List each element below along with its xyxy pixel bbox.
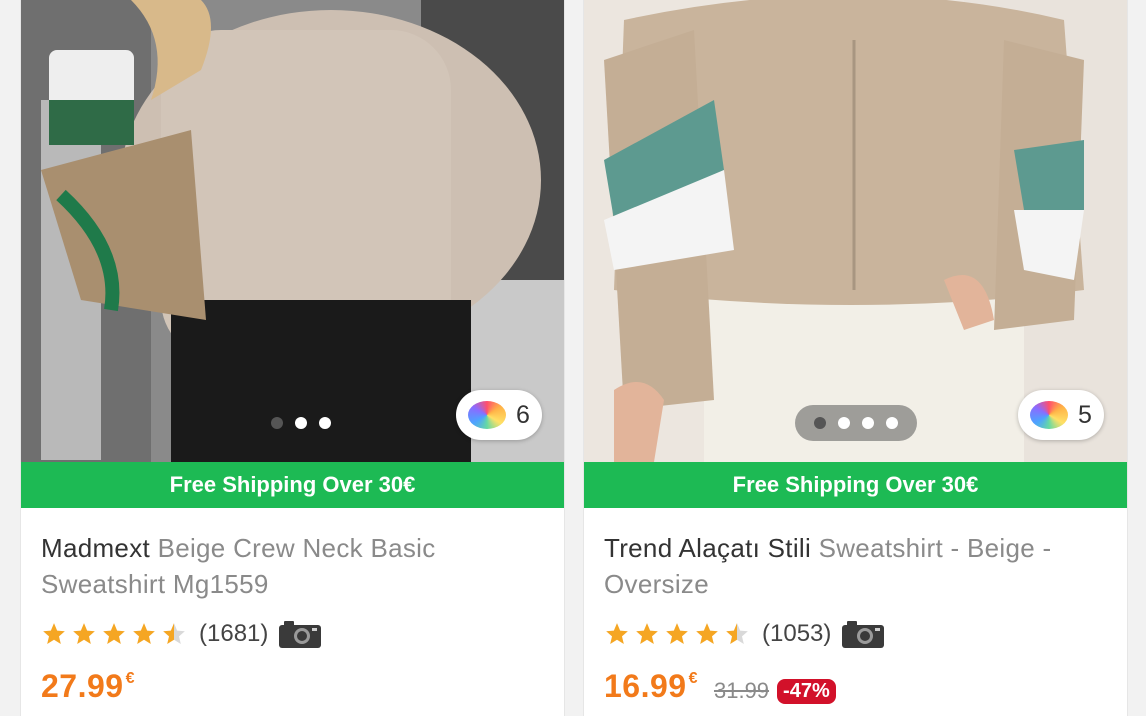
product-title[interactable]: Trend Alaçatı Stili Sweatshirt - Beige -… bbox=[604, 530, 1104, 602]
star-icon bbox=[133, 623, 155, 644]
variant-count: 6 bbox=[516, 400, 530, 429]
star-icon bbox=[696, 623, 718, 644]
carousel-dot[interactable] bbox=[862, 417, 874, 429]
carousel-dot[interactable] bbox=[271, 417, 283, 429]
product-card-2[interactable]: 5 Free Shipping Over 30€ Trend Alaçatı S… bbox=[583, 0, 1128, 716]
carousel-dot[interactable] bbox=[319, 417, 331, 429]
rating-row: (1053) bbox=[604, 616, 885, 652]
camera-icon bbox=[279, 621, 322, 648]
star-icon bbox=[636, 623, 658, 644]
discount-badge: -47% bbox=[777, 679, 836, 704]
price-row: 27.99 € bbox=[41, 668, 135, 716]
product-title[interactable]: Madmext Beige Crew Neck Basic Sweatshirt… bbox=[41, 530, 541, 602]
price: 16.99 € bbox=[604, 668, 698, 704]
brand-name: Madmext bbox=[41, 533, 151, 563]
product-card-1[interactable]: 6 Free Shipping Over 30€ Madmext Beige C… bbox=[20, 0, 565, 716]
image-carousel-indicator[interactable] bbox=[251, 405, 351, 441]
color-variants-badge[interactable]: 6 bbox=[456, 390, 542, 440]
star-icon bbox=[73, 623, 95, 644]
rating-row: (1681) bbox=[41, 616, 322, 652]
carousel-dot[interactable] bbox=[814, 417, 826, 429]
star-icon bbox=[103, 623, 125, 644]
carousel-dot[interactable] bbox=[295, 417, 307, 429]
brand-name: Trend Alaçatı Stili bbox=[604, 533, 812, 563]
color-palette-icon bbox=[468, 401, 507, 429]
price-row: 16.99 € 31.99 -47% bbox=[604, 668, 836, 716]
variant-count: 5 bbox=[1078, 400, 1092, 429]
review-count[interactable]: (1681) bbox=[199, 620, 268, 648]
camera-icon bbox=[842, 621, 885, 648]
rating-stars bbox=[41, 621, 187, 647]
half-star-icon bbox=[726, 623, 748, 644]
free-shipping-banner: Free Shipping Over 30€ bbox=[21, 462, 564, 508]
color-variants-badge[interactable]: 5 bbox=[1018, 390, 1104, 440]
image-carousel-indicator[interactable] bbox=[795, 405, 917, 441]
star-icon bbox=[666, 623, 688, 644]
half-star-icon bbox=[163, 623, 185, 644]
review-count[interactable]: (1053) bbox=[762, 620, 831, 648]
star-icon bbox=[606, 623, 628, 644]
carousel-dot[interactable] bbox=[838, 417, 850, 429]
color-palette-icon bbox=[1030, 401, 1069, 429]
price: 27.99 € bbox=[41, 668, 135, 704]
original-price: 31.99 bbox=[713, 678, 770, 703]
rating-stars bbox=[604, 621, 750, 647]
carousel-dot[interactable] bbox=[886, 417, 898, 429]
star-icon bbox=[43, 623, 65, 644]
free-shipping-banner: Free Shipping Over 30€ bbox=[584, 462, 1127, 508]
